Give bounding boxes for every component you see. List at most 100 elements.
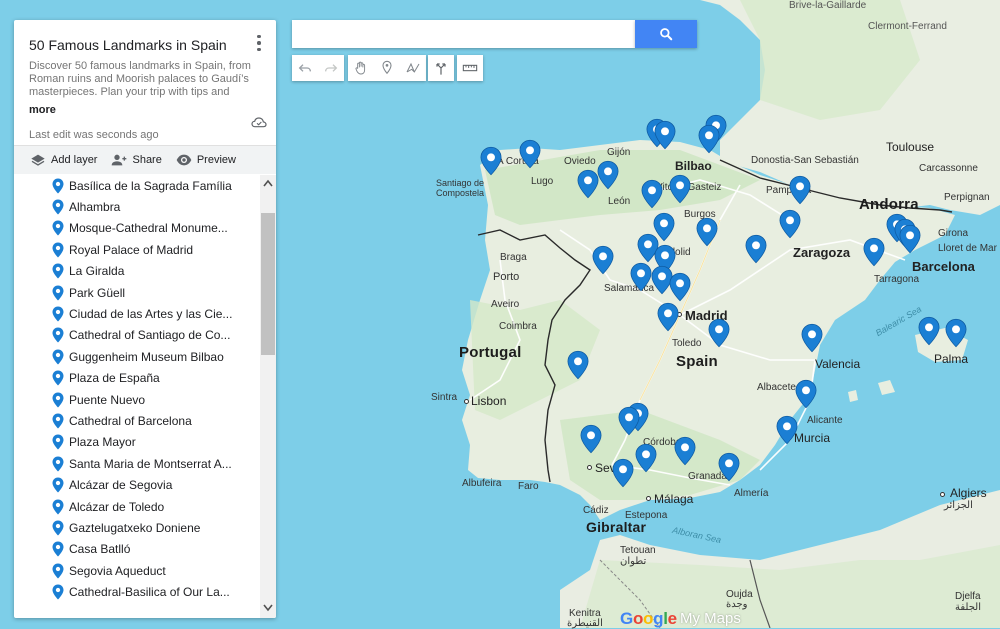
redo-button[interactable] bbox=[318, 55, 344, 81]
list-item[interactable]: Guggenheim Museum Bilbao bbox=[14, 346, 260, 367]
map-pin[interactable] bbox=[654, 120, 676, 150]
map-pin[interactable] bbox=[577, 169, 599, 199]
undo-button[interactable] bbox=[292, 55, 318, 81]
map-pin[interactable] bbox=[618, 406, 640, 436]
measure-button[interactable] bbox=[457, 55, 483, 81]
map-pin[interactable] bbox=[899, 224, 921, 254]
map-title[interactable]: 50 Famous Landmarks in Spain bbox=[29, 37, 262, 53]
map-pin[interactable] bbox=[708, 318, 730, 348]
map-pin[interactable] bbox=[669, 174, 691, 204]
add-layer-button[interactable]: Add layer bbox=[30, 153, 97, 167]
list-item[interactable]: La Giralda bbox=[14, 261, 260, 282]
map-pin[interactable] bbox=[630, 262, 652, 292]
list-item[interactable]: Royal Palace of Madrid bbox=[14, 239, 260, 260]
list-item-label: Alcázar de Toledo bbox=[69, 499, 165, 514]
map-pin-icon bbox=[776, 415, 798, 445]
map-pin-icon bbox=[635, 443, 657, 473]
map-pin[interactable] bbox=[641, 179, 663, 209]
map-pin[interactable] bbox=[597, 160, 619, 190]
map-pin[interactable] bbox=[779, 209, 801, 239]
toolbar-tools bbox=[348, 55, 426, 81]
list-item[interactable]: Casa Batlló bbox=[14, 539, 260, 560]
map-pin[interactable] bbox=[592, 245, 614, 275]
map-pin-icon bbox=[899, 224, 921, 254]
map-pin-icon bbox=[567, 350, 589, 380]
draw-line-button[interactable] bbox=[400, 55, 426, 81]
list-item[interactable]: Santa Maria de Montserrat A... bbox=[14, 453, 260, 474]
map-pin[interactable] bbox=[801, 323, 823, 353]
search-button[interactable] bbox=[635, 20, 697, 48]
share-label: Share bbox=[132, 154, 162, 166]
redo-icon bbox=[325, 64, 338, 72]
list-item[interactable]: Cathedral of Santiago de Co... bbox=[14, 325, 260, 346]
map-pin[interactable] bbox=[789, 175, 811, 205]
list-item[interactable]: Ciudad de las Artes y las Cie... bbox=[14, 303, 260, 324]
list-item[interactable]: Alcázar de Toledo bbox=[14, 496, 260, 517]
layers-icon bbox=[31, 154, 45, 166]
map-pin[interactable] bbox=[567, 350, 589, 380]
map-pin[interactable] bbox=[519, 139, 541, 169]
map-pin-icon bbox=[612, 458, 634, 488]
scroll-down-icon[interactable] bbox=[263, 604, 273, 612]
directions-button[interactable] bbox=[428, 55, 454, 81]
map-pin[interactable] bbox=[718, 452, 740, 482]
map-pin[interactable] bbox=[745, 234, 767, 264]
search-input[interactable] bbox=[292, 20, 635, 48]
map-pin[interactable] bbox=[657, 302, 679, 332]
list-item[interactable]: Mosque-Cathedral Monume... bbox=[14, 218, 260, 239]
map-pin[interactable] bbox=[945, 318, 967, 348]
preview-button[interactable]: Preview bbox=[176, 153, 236, 167]
map-pin-icon bbox=[789, 175, 811, 205]
list-item[interactable]: Basílica de la Sagrada Família bbox=[14, 175, 260, 196]
marker-icon bbox=[52, 584, 64, 600]
list-item[interactable]: Cathedral-Basilica of Our La... bbox=[14, 581, 260, 602]
list-scrollbar[interactable] bbox=[260, 175, 276, 618]
map-legend-panel: 50 Famous Landmarks in Spain Discover 50… bbox=[14, 20, 276, 618]
map-pin[interactable] bbox=[674, 436, 696, 466]
map-pin-icon bbox=[577, 169, 599, 199]
map-pin[interactable] bbox=[612, 458, 634, 488]
list-item[interactable]: Park Güell bbox=[14, 282, 260, 303]
list-item[interactable]: Plaza Mayor bbox=[14, 432, 260, 453]
map-pin[interactable] bbox=[635, 443, 657, 473]
scrollbar-thumb[interactable] bbox=[261, 213, 275, 355]
map-description[interactable]: Discover 50 famous landmarks in Spain, f… bbox=[29, 60, 254, 100]
landmark-list: Basílica de la Sagrada Família Alhambra Mo… bbox=[14, 175, 260, 618]
map-pin[interactable] bbox=[480, 146, 502, 176]
marker-icon bbox=[52, 499, 64, 515]
marker-icon bbox=[52, 456, 64, 472]
share-button[interactable]: Share bbox=[111, 153, 162, 167]
map-pin[interactable] bbox=[918, 316, 940, 346]
list-item[interactable]: Alhambra bbox=[14, 196, 260, 217]
list-item-label: La Giralda bbox=[69, 264, 125, 279]
list-item[interactable]: Gaztelugatxeko Doniene bbox=[14, 517, 260, 538]
map-pin[interactable] bbox=[580, 424, 602, 454]
list-item[interactable]: Alcázar de Segovia bbox=[14, 474, 260, 495]
map-pin[interactable] bbox=[863, 237, 885, 267]
list-item-label: Ciudad de las Artes y las Cie... bbox=[69, 307, 233, 322]
list-item-label: Mosque-Cathedral Monume... bbox=[69, 221, 228, 236]
list-item[interactable]: Plaza de España bbox=[14, 368, 260, 389]
scroll-up-icon[interactable] bbox=[263, 179, 273, 187]
last-edit-status: Last edit was seconds ago bbox=[29, 129, 159, 141]
map-pin[interactable] bbox=[795, 379, 817, 409]
marker-icon bbox=[52, 349, 64, 365]
list-item-label: Alhambra bbox=[69, 200, 121, 215]
map-pin[interactable] bbox=[669, 272, 691, 302]
map-pin[interactable] bbox=[696, 217, 718, 247]
select-tool-button[interactable] bbox=[348, 55, 374, 81]
panel-header: 50 Famous Landmarks in Spain Discover 50… bbox=[14, 20, 276, 145]
list-item-label: Gaztelugatxeko Doniene bbox=[69, 520, 201, 535]
list-item[interactable]: Segovia Aqueduct bbox=[14, 560, 260, 581]
map-pin-icon bbox=[863, 237, 885, 267]
list-item[interactable]: Cathedral of Barcelona bbox=[14, 410, 260, 431]
undo-icon bbox=[298, 64, 311, 72]
map-pin[interactable] bbox=[776, 415, 798, 445]
more-options-icon[interactable] bbox=[250, 34, 268, 52]
more-link[interactable]: more bbox=[29, 104, 56, 116]
map-pin[interactable] bbox=[698, 124, 720, 154]
cloud-saved-icon[interactable] bbox=[251, 116, 267, 128]
marker-icon bbox=[382, 60, 392, 75]
list-item[interactable]: Puente Nuevo bbox=[14, 389, 260, 410]
add-marker-button[interactable] bbox=[374, 55, 400, 81]
